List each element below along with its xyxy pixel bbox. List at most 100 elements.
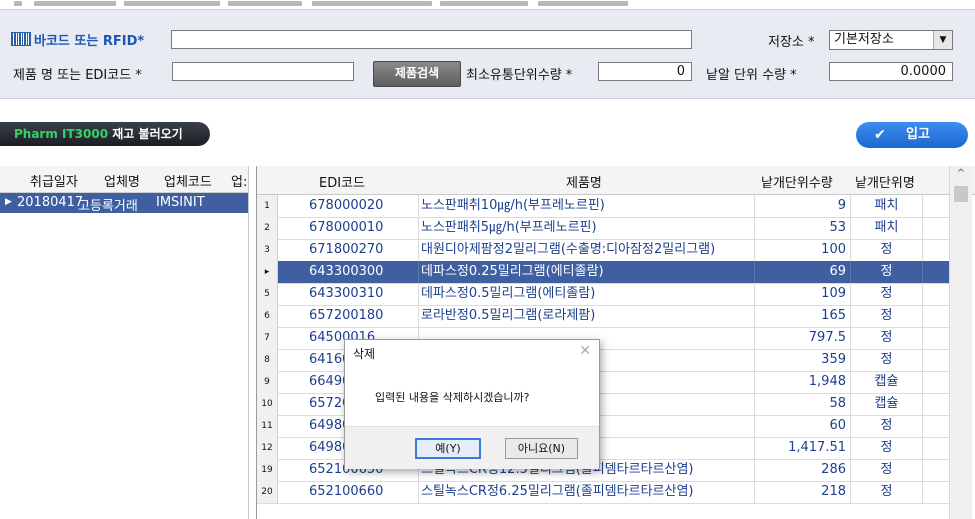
row-number-cell: 19	[257, 459, 278, 481]
table-row[interactable]: 6 657200180 로라반정0.5밀리그램(로라제팜) 165 정	[257, 305, 949, 328]
piece-quantity-cell: 109	[755, 283, 851, 305]
edi-code-cell: 652100660	[278, 481, 419, 503]
min-unit-label: 최소유통단위수량 *	[466, 68, 573, 83]
dialog-message: 입력된 내용을 삭제하시겠습니까?	[375, 391, 530, 404]
no-button[interactable]: 아니요(N)	[505, 438, 578, 459]
piece-quantity-cell: 359	[755, 349, 851, 371]
piece-unit-cell: 정	[851, 305, 923, 327]
row-number-cell: 1	[257, 195, 278, 217]
product-name-cell: 데파스정0.5밀리그램(에티졸람)	[419, 283, 755, 305]
piece-unit-cell: 정	[851, 415, 923, 437]
table-row[interactable]: 1 678000020 노스판패취10㎍/h(부프레노르핀) 9 패치	[257, 195, 949, 218]
row-number-cell: 11	[257, 415, 278, 437]
table-row[interactable]: 20 652100660 스틸녹스CR정6.25밀리그램(졸피뎀타르타르산염) 218…	[257, 481, 949, 504]
table-row[interactable]: 5 643300310 데파스정0.5밀리그램(에티졸람) 109 정	[257, 283, 949, 306]
vertical-scrollbar[interactable]: ^	[949, 166, 972, 519]
receive-button-label: 입고	[906, 127, 930, 142]
piece-quantity-cell: 1,948	[755, 371, 851, 393]
piece-unit-cell: 캡슐	[851, 371, 923, 393]
piece-quantity-cell: 58	[755, 393, 851, 415]
column-header[interactable]: 낱개단위명	[855, 172, 915, 191]
storage-select-value: 기본저장소	[834, 32, 894, 47]
row-number-cell: 6	[257, 305, 278, 327]
edi-code-cell: 678000010	[278, 217, 419, 239]
product-input[interactable]	[172, 62, 354, 81]
scrollbar-thumb[interactable]	[954, 186, 968, 202]
product-name-cell: 스틸녹스CR정6.25밀리그램(졸피뎀타르타르산염)	[419, 481, 755, 503]
row-number-cell: 8	[257, 349, 278, 371]
piece-quantity-cell: 218	[755, 481, 851, 503]
column-header[interactable]: 낱개단위수량	[761, 172, 833, 191]
product-grid-header: EDI코드 제품명 낱개단위수량 낱개단위명	[257, 166, 975, 195]
company-cell: 고등록거래	[78, 199, 138, 214]
piece-unit-cell: 정	[851, 327, 923, 349]
truncated-instruction-text	[0, 0, 975, 8]
edi-code-cell: 643300300	[278, 261, 419, 283]
piece-unit-cell: 정	[851, 239, 923, 261]
pharm-action-label: 재고 불러오기	[108, 127, 183, 141]
barcode-label: 바코드 또는 RFID*	[34, 34, 145, 49]
check-icon: ✔	[874, 127, 886, 143]
product-search-button[interactable]: 제품검색	[373, 61, 461, 87]
piece-quantity-cell: 286	[755, 459, 851, 481]
edi-code-cell: 671800270	[278, 239, 419, 261]
table-row[interactable]: ▶ 20180417 고등록거래 IMSINIT	[0, 193, 248, 214]
piece-unit-cell: 정	[851, 437, 923, 459]
piece-quantity-cell: 797.5	[755, 327, 851, 349]
piece-qty-input[interactable]: 0.0000	[829, 62, 953, 81]
storage-select[interactable]: 기본저장소 ▼	[829, 30, 953, 50]
load-pharm-inventory-button[interactable]: Pharm IT3000 재고 불러오기	[0, 122, 210, 146]
product-name-cell: 노스판패취10㎍/h(부프레노르핀)	[419, 195, 755, 217]
piece-unit-cell: 패치	[851, 217, 923, 239]
piece-quantity-cell: 165	[755, 305, 851, 327]
barcode-input[interactable]	[171, 30, 692, 49]
scroll-up-icon[interactable]: ^	[950, 168, 972, 179]
table-row[interactable]: ▸ 643300300 데파스정0.25밀리그램(에티졸람) 69 정	[257, 261, 949, 284]
row-number-cell: 2	[257, 217, 278, 239]
column-header[interactable]: EDI코드	[319, 172, 365, 191]
piece-quantity-cell: 60	[755, 415, 851, 437]
column-header[interactable]: 업체명	[104, 171, 140, 190]
table-row[interactable]: 2 678000010 노스판패취5㎍/h(부프레노르핀) 53 패치	[257, 217, 949, 240]
row-number-cell: 7	[257, 327, 278, 349]
column-header[interactable]: 업:	[231, 171, 247, 190]
product-name-cell: 데파스정0.25밀리그램(에티졸람)	[419, 261, 755, 283]
product-name-cell: 노스판패취5㎍/h(부프레노르핀)	[419, 217, 755, 239]
row-number-cell: 5	[257, 283, 278, 305]
column-header[interactable]: 업체코드	[164, 171, 212, 190]
column-header[interactable]: 취급일자	[30, 171, 78, 190]
storage-label: 저장소 *	[768, 35, 815, 50]
column-header[interactable]: 제품명	[566, 172, 602, 191]
piece-unit-cell: 정	[851, 261, 923, 283]
edi-code-cell: 643300310	[278, 283, 419, 305]
row-number-cell: ▸	[257, 261, 278, 283]
piece-quantity-cell: 53	[755, 217, 851, 239]
piece-unit-cell: 정	[851, 349, 923, 371]
piece-quantity-cell: 69	[755, 261, 851, 283]
receive-button[interactable]: ✔ 입고	[856, 122, 968, 148]
row-pointer-icon: ▶	[5, 197, 12, 207]
delete-confirm-dialog: 삭제 ✕ 입력된 내용을 삭제하시겠습니까? 예(Y) 아니요(N)	[344, 339, 600, 469]
product-label: 제품 명 또는 EDI코드 *	[13, 68, 142, 83]
barcode-icon	[11, 32, 31, 46]
edi-code-cell: 657200180	[278, 305, 419, 327]
row-number-cell: 9	[257, 371, 278, 393]
company-code-cell: IMSINIT	[156, 195, 205, 210]
pharm-brand-label: Pharm IT3000	[14, 127, 109, 141]
product-form-panel: 바코드 또는 RFID* 저장소 * 기본저장소 ▼ 제품 명 또는 EDI코드…	[0, 9, 975, 99]
row-number-cell: 10	[257, 393, 278, 415]
piece-unit-cell: 캡슐	[851, 393, 923, 415]
min-unit-input[interactable]: 0	[598, 62, 692, 81]
piece-quantity-cell: 9	[755, 195, 851, 217]
piece-unit-cell: 패치	[851, 195, 923, 217]
table-row[interactable]: 3 671800270 대원디아제팜정2밀리그램(수출명:디아잠정2밀리그램) 100…	[257, 239, 949, 262]
product-name-cell: 대원디아제팜정2밀리그램(수출명:디아잠정2밀리그램)	[419, 239, 755, 261]
row-number-cell: 20	[257, 481, 278, 503]
close-icon[interactable]: ✕	[579, 343, 591, 359]
yes-button[interactable]: 예(Y)	[415, 438, 481, 459]
edi-code-cell: 678000020	[278, 195, 419, 217]
dialog-title: 삭제	[353, 347, 376, 361]
chevron-down-icon[interactable]: ▼	[933, 31, 952, 49]
piece-unit-cell: 정	[851, 283, 923, 305]
left-grid-header: 취급일자 업체명 업체코드 업:	[0, 166, 248, 193]
